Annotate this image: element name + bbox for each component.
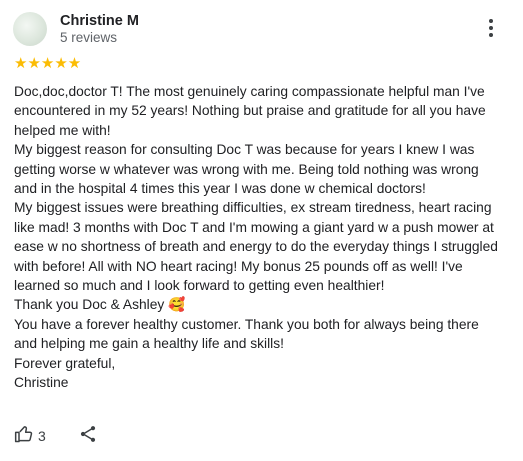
review-line: My biggest reason for consulting Doc T w… — [14, 142, 475, 158]
share-icon — [78, 424, 98, 449]
review-line: You have a forever healthy customer. Tha… — [14, 316, 479, 332]
like-count: 3 — [38, 428, 46, 444]
review-line: getting worse w whatever was wrong with … — [14, 161, 479, 177]
review-line: and in the hospital 4 times this year I … — [14, 181, 426, 197]
review-line: Forever grateful, — [14, 355, 116, 371]
review-text: Doc,doc,doctor T! The most genuinely car… — [14, 82, 514, 393]
reviewer-name[interactable]: Christine M — [60, 13, 139, 29]
review-line: learned so much and I look forward to ge… — [14, 278, 385, 294]
review-line: Christine — [14, 375, 69, 391]
more-vert-icon[interactable] — [486, 19, 496, 41]
review-line: with before! All with NO heart racing! M… — [14, 258, 463, 274]
review-line: My biggest issues were breathing difficu… — [14, 200, 492, 216]
review-line: Doc,doc,doctor T! The most genuinely car… — [14, 84, 485, 99]
thumbs-up-icon — [14, 424, 34, 449]
review-line: helped me with! — [14, 122, 111, 138]
reviewer-review-count: 5 reviews — [60, 30, 118, 45]
star-rating: ★★★★★ — [14, 55, 82, 72]
like-button[interactable]: 3 — [14, 424, 46, 449]
review-line: Thank you Doc & Ashley 🥰 — [14, 297, 186, 313]
review-actions: 3 — [14, 424, 98, 448]
avatar[interactable] — [13, 12, 47, 46]
review-line: encountered in my 52 years! Nothing but … — [14, 103, 486, 119]
review-line: ease w no shortness of breath and energy… — [14, 239, 498, 255]
review-line: and helping me gain a healthy life and s… — [14, 336, 284, 352]
share-button[interactable] — [78, 424, 98, 449]
review-line: like mad! 3 months with Doc T and I'm mo… — [14, 219, 494, 235]
